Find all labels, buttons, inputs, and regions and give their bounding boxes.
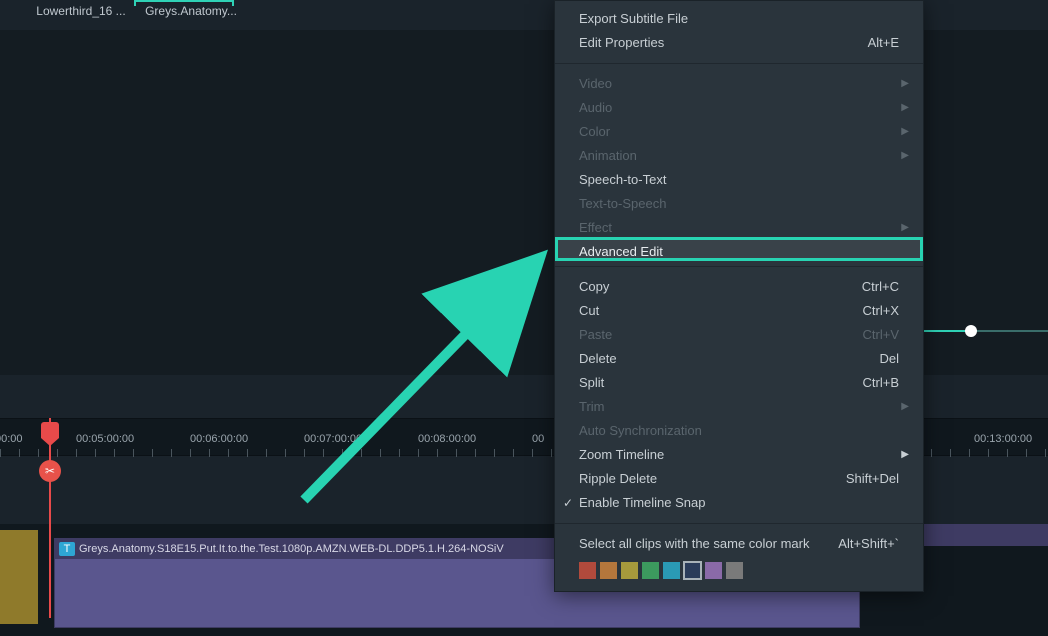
color-swatch[interactable] <box>726 562 743 579</box>
ctx-separator <box>555 523 923 524</box>
chevron-right-icon: ▶ <box>901 96 909 120</box>
ctx-separator <box>555 266 923 267</box>
ctx-audio: Audio▶ <box>555 96 923 120</box>
ctx-ripple-delete[interactable]: Ripple DeleteShift+Del <box>555 467 923 491</box>
ruler-tick-label: 00:05:00:00 <box>76 433 134 445</box>
ctx-text-to-speech: Text-to-Speech <box>555 192 923 216</box>
chevron-right-icon: ▶ <box>901 144 909 168</box>
ctx-paste: PasteCtrl+V <box>555 323 923 347</box>
ruler-tick-label: 00 <box>532 433 544 445</box>
ctx-copy[interactable]: CopyCtrl+C <box>555 275 923 299</box>
chevron-right-icon: ▶ <box>901 395 909 419</box>
context-menu: Export Subtitle File Edit Properties Alt… <box>554 0 924 592</box>
track-gold-clip[interactable] <box>0 530 38 624</box>
clip-filename: Greys.Anatomy.S18E15.Put.It.to.the.Test.… <box>79 543 504 555</box>
color-swatch[interactable] <box>684 562 701 579</box>
color-swatch[interactable] <box>579 562 596 579</box>
ctx-color-mark-row: Select all clips with the same color mar… <box>555 532 923 556</box>
media-thumbnail-lowerthird[interactable]: Lowerthird_16 ... <box>26 4 136 24</box>
ctx-cut[interactable]: CutCtrl+X <box>555 299 923 323</box>
color-swatch[interactable] <box>642 562 659 579</box>
media-thumbnail-greys-anatomy[interactable]: Greys.Anatomy... <box>136 4 246 24</box>
color-swatch[interactable] <box>705 562 722 579</box>
ctx-delete[interactable]: DeleteDel <box>555 347 923 371</box>
chevron-right-icon: ▶ <box>901 443 909 467</box>
chevron-right-icon: ▶ <box>901 120 909 144</box>
zoom-slider[interactable] <box>920 330 1048 332</box>
ctx-zoom-timeline[interactable]: Zoom Timeline▶ <box>555 443 923 467</box>
text-track-icon: T <box>59 542 75 556</box>
ctx-speech-to-text[interactable]: Speech-to-Text <box>555 168 923 192</box>
ctx-auto-sync: Auto Synchronization <box>555 419 923 443</box>
ctx-separator <box>555 63 923 64</box>
ctx-export-subtitle[interactable]: Export Subtitle File <box>555 7 923 31</box>
ruler-tick-label: 00:06:00:00 <box>190 433 248 445</box>
ctx-split[interactable]: SplitCtrl+B <box>555 371 923 395</box>
check-icon: ✓ <box>563 491 573 515</box>
color-swatch[interactable] <box>663 562 680 579</box>
ruler-tick-label: 00:07:00:00 <box>304 433 362 445</box>
ruler-tick-label: 00:00 <box>0 433 23 445</box>
ctx-color-swatches <box>555 556 923 579</box>
ctx-video: Video▶ <box>555 72 923 96</box>
ctx-enable-snap[interactable]: ✓Enable Timeline Snap <box>555 491 923 515</box>
ctx-advanced-edit[interactable]: Advanced Edit <box>555 237 923 261</box>
ctx-trim: Trim▶ <box>555 395 923 419</box>
zoom-slider-fill <box>920 330 970 332</box>
ctx-edit-properties[interactable]: Edit Properties Alt+E <box>555 31 923 55</box>
scissors-icon[interactable]: ✂ <box>39 460 61 482</box>
ruler-tick-label: 00:08:00:00 <box>418 433 476 445</box>
zoom-slider-knob[interactable] <box>965 325 977 337</box>
color-swatch[interactable] <box>621 562 638 579</box>
ctx-animation: Animation▶ <box>555 144 923 168</box>
chevron-right-icon: ▶ <box>901 72 909 96</box>
ruler-tick-label: 00:13:00:00 <box>974 433 1032 445</box>
color-swatch[interactable] <box>600 562 617 579</box>
ctx-color: Color▶ <box>555 120 923 144</box>
